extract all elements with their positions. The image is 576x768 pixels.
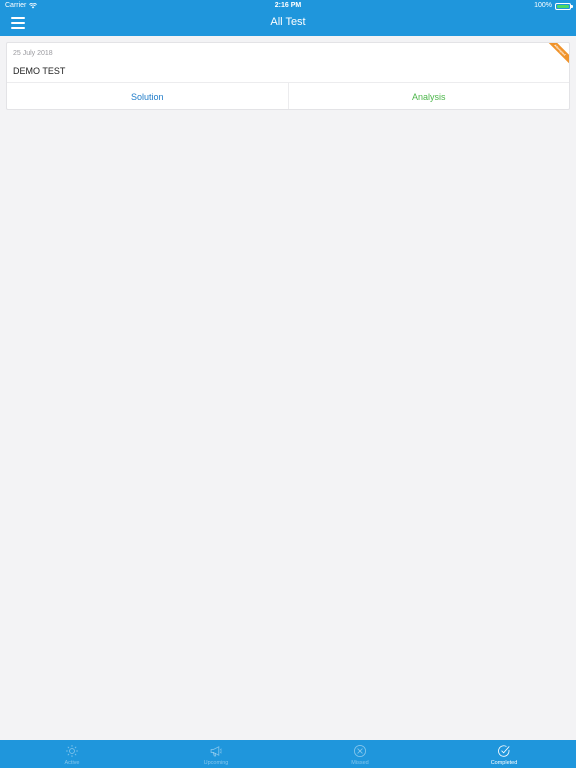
tab-label-active: Active bbox=[64, 760, 80, 766]
tab-bar: Active Upcoming Missed Completed bbox=[0, 740, 576, 768]
test-title: DEMO TEST bbox=[13, 66, 66, 76]
megaphone-icon bbox=[210, 746, 222, 757]
tab-missed[interactable]: Missed bbox=[288, 740, 432, 768]
card-actions: Solution Analysis bbox=[7, 83, 570, 109]
solution-button[interactable]: Solution bbox=[7, 83, 288, 109]
nav-bar: All Test bbox=[0, 12, 576, 36]
check-circle-icon bbox=[498, 745, 510, 757]
app-root: Carrier 2:16 PM 100% All Test 25 July 20… bbox=[0, 0, 576, 768]
battery-percent: 100% bbox=[534, 2, 552, 9]
tab-label-upcoming: Upcoming bbox=[203, 760, 229, 766]
x-circle-icon bbox=[353, 744, 367, 758]
tab-label-missed: Missed bbox=[351, 760, 369, 766]
top-bar: Carrier 2:16 PM 100% All Test bbox=[0, 0, 576, 36]
page-title: All Test bbox=[270, 16, 306, 28]
analysis-button[interactable]: Analysis bbox=[287, 83, 570, 109]
test-card[interactable]: 25 July 2018 DEMO TEST Attempted Solutio… bbox=[6, 42, 570, 110]
tab-active[interactable]: Active bbox=[0, 740, 144, 768]
tab-upcoming[interactable]: Upcoming bbox=[144, 740, 288, 768]
status-time: 2:16 PM bbox=[274, 2, 302, 9]
test-date: 25 July 2018 bbox=[13, 50, 53, 57]
tab-label-completed: Completed bbox=[490, 760, 518, 766]
status-ribbon-label: Attempted bbox=[547, 43, 569, 65]
battery-info: 100% bbox=[534, 0, 573, 12]
status-ribbon: Attempted bbox=[547, 43, 569, 65]
battery-fill bbox=[557, 4, 569, 8]
tab-completed[interactable]: Completed bbox=[432, 740, 576, 768]
battery-icon bbox=[555, 2, 573, 10]
sun-icon bbox=[66, 745, 78, 757]
status-bar: Carrier 2:16 PM 100% bbox=[0, 0, 576, 12]
